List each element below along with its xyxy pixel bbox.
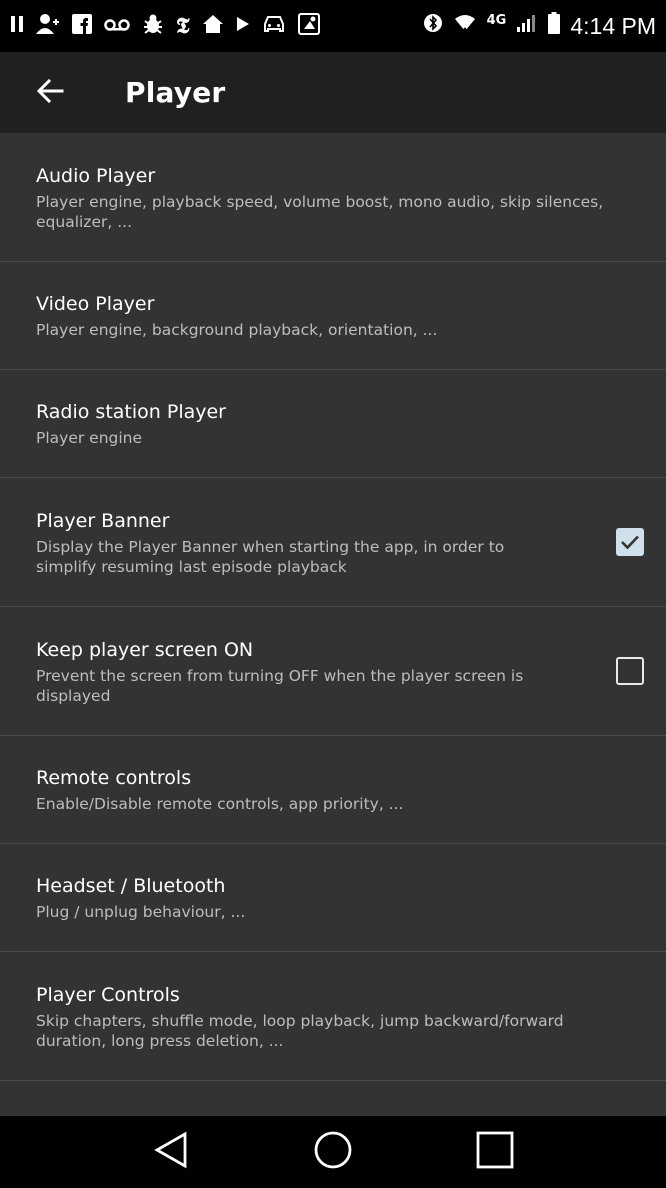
back-triangle-icon: [151, 1130, 191, 1174]
network-4g-icon: 4G: [486, 12, 507, 28]
nav-home-button[interactable]: [303, 1122, 363, 1182]
recents-square-icon: [475, 1130, 515, 1174]
setting-subtitle: Player engine: [36, 429, 143, 447]
play-icon: [236, 15, 250, 37]
maps-icon: [297, 12, 320, 40]
setting-keep-screen-on[interactable]: Keep player screen ON Prevent the screen…: [0, 607, 666, 736]
setting-radio-station-player[interactable]: Radio station Player Player engine: [0, 370, 666, 478]
home-circle-icon: [313, 1130, 353, 1174]
setting-title: Keep player screen ON: [36, 638, 254, 661]
home-icon: [202, 14, 224, 39]
system-icons: 4G 4:14 PM: [423, 12, 656, 40]
wifi-icon: [453, 13, 477, 39]
arrow-left-icon: [36, 78, 64, 107]
setting-subtitle: Player engine, playback speed, volume bo…: [36, 192, 604, 231]
setting-subtitle: Plug / unplug behaviour, ...: [36, 903, 246, 921]
clock: 4:14 PM: [570, 12, 656, 39]
setting-subtitle: Skip chapters, shuffle mode, loop playba…: [36, 1011, 564, 1050]
voicemail-icon: [104, 15, 130, 37]
setting-title: Video Player: [36, 293, 155, 315]
setting-title: Headset / Bluetooth: [36, 875, 226, 897]
notification-icons: 𝕿: [10, 12, 320, 40]
setting-subtitle: Display the Player Banner when starting …: [36, 537, 505, 576]
setting-video-player[interactable]: Video Player Player engine, background p…: [0, 262, 666, 370]
setting-title: Player Controls: [36, 983, 180, 1006]
keep-screen-on-checkbox[interactable]: [616, 657, 644, 685]
signal-icon: [516, 13, 538, 39]
setting-subtitle: Prevent the screen from turning OFF when…: [36, 666, 524, 705]
nav-recents-button[interactable]: [465, 1122, 525, 1182]
setting-title: Remote controls: [36, 767, 192, 789]
bug-icon: [142, 13, 164, 40]
nav-back-button[interactable]: [141, 1122, 201, 1182]
bluetooth-icon: [423, 13, 443, 39]
setting-subtitle: Player engine, background playback, orie…: [36, 321, 438, 339]
navigation-bar: [0, 1116, 666, 1188]
battery-icon: [548, 12, 561, 40]
setting-player-controls[interactable]: Player Controls Skip chapters, shuffle m…: [0, 952, 666, 1081]
facebook-icon: [72, 13, 92, 39]
nytimes-icon: 𝕿: [176, 13, 190, 39]
setting-player-banner[interactable]: Player Banner Display the Player Banner …: [0, 478, 666, 607]
pause-icon: [10, 15, 24, 38]
back-button[interactable]: [0, 52, 90, 133]
setting-title: Player Banner: [36, 509, 170, 532]
car-icon: [262, 14, 286, 39]
setting-title: Audio Player: [36, 164, 156, 187]
setting-remote-controls[interactable]: Remote controls Enable/Disable remote co…: [0, 736, 666, 844]
setting-subtitle: Enable/Disable remote controls, app prio…: [36, 795, 404, 813]
setting-headset-bluetooth[interactable]: Headset / Bluetooth Plug / unplug behavi…: [0, 844, 666, 952]
checkmark-icon: [616, 535, 644, 560]
settings-list: Audio Player Player engine, playback spe…: [0, 133, 666, 1116]
status-bar: 𝕿 4G 4:14 PM: [0, 0, 666, 52]
add-person-icon: [36, 13, 60, 40]
setting-title: Radio station Player: [36, 401, 226, 423]
page-title: Player: [125, 76, 226, 109]
setting-audio-player[interactable]: Audio Player Player engine, playback spe…: [0, 133, 666, 262]
player-banner-checkbox[interactable]: [616, 528, 644, 556]
app-bar: Player: [0, 52, 666, 133]
